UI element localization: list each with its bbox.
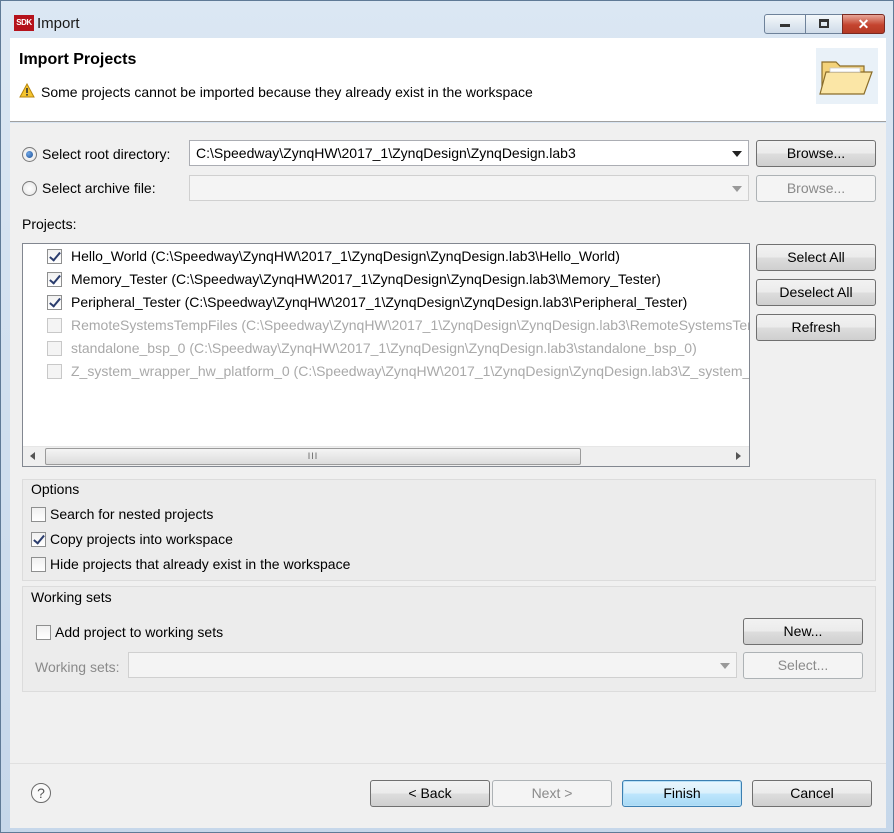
copy-projects-checkbox[interactable] xyxy=(31,532,46,547)
root-directory-combo[interactable]: C:\Speedway\ZynqHW\2017_1\ZynqDesign\Zyn… xyxy=(189,140,749,166)
back-button[interactable]: < Back xyxy=(370,780,490,807)
project-label: standalone_bsp_0 (C:\Speedway\ZynqHW\201… xyxy=(71,340,697,356)
browse-archive-button[interactable]: Browse... xyxy=(756,175,876,202)
select-working-set-button[interactable]: Select... xyxy=(743,652,863,679)
finish-button[interactable]: Finish xyxy=(622,780,742,807)
nested-projects-label: Search for nested projects xyxy=(50,506,214,522)
open-folder-icon xyxy=(816,48,878,104)
archive-file-label: Select archive file: xyxy=(42,180,156,196)
new-working-set-button[interactable]: New... xyxy=(743,618,863,645)
working-sets-combo[interactable] xyxy=(128,652,737,678)
title-bar[interactable]: SDK Import ✕ xyxy=(1,1,893,39)
window-title: Import xyxy=(37,15,80,32)
project-label: RemoteSystemsTempFiles (C:\Speedway\Zynq… xyxy=(71,317,750,333)
chevron-down-icon[interactable] xyxy=(720,663,730,669)
select-all-button[interactable]: Select All xyxy=(756,244,876,271)
projects-label: Projects: xyxy=(22,216,77,232)
chevron-down-icon[interactable] xyxy=(732,186,742,192)
warning-icon xyxy=(19,83,35,98)
scrollbar-thumb[interactable]: III xyxy=(45,448,581,465)
project-label: Hello_World (C:\Speedway\ZynqHW\2017_1\Z… xyxy=(71,248,620,264)
copy-projects-label: Copy projects into workspace xyxy=(50,531,233,547)
project-checkbox xyxy=(47,318,62,333)
maximize-button[interactable] xyxy=(805,14,843,34)
close-icon: ✕ xyxy=(857,16,870,32)
hide-existing-label: Hide projects that already exist in the … xyxy=(50,556,351,572)
project-checkbox xyxy=(47,364,62,379)
root-directory-radio[interactable] xyxy=(22,147,37,162)
browse-directory-button[interactable]: Browse... xyxy=(756,140,876,167)
maximize-icon xyxy=(819,19,829,28)
working-sets-title: Working sets xyxy=(31,589,112,605)
project-label: Z_system_wrapper_hw_platform_0 (C:\Speed… xyxy=(71,363,750,379)
import-dialog: SDK Import ✕ Import Projects Some projec… xyxy=(0,0,894,833)
next-button[interactable]: Next > xyxy=(492,780,612,807)
options-title: Options xyxy=(31,481,80,497)
add-to-working-sets-label: Add project to working sets xyxy=(55,624,224,640)
working-sets-group: Working sets Add project to working sets… xyxy=(22,586,876,692)
header-message: Some projects cannot be imported because… xyxy=(41,84,533,100)
scroll-right-icon[interactable] xyxy=(736,452,741,460)
project-label: Peripheral_Tester (C:\Speedway\ZynqHW\20… xyxy=(71,294,688,310)
chevron-down-icon[interactable] xyxy=(732,151,742,157)
horizontal-scrollbar[interactable]: III xyxy=(23,446,749,466)
hide-existing-checkbox[interactable] xyxy=(31,557,46,572)
close-button[interactable]: ✕ xyxy=(842,14,885,34)
working-sets-label: Working sets: xyxy=(35,659,120,675)
cancel-button[interactable]: Cancel xyxy=(752,780,872,807)
archive-file-combo[interactable] xyxy=(189,175,749,201)
minimize-button[interactable] xyxy=(764,14,806,34)
project-checkbox[interactable] xyxy=(47,295,62,310)
projects-list[interactable]: Hello_World (C:\Speedway\ZynqHW\2017_1\Z… xyxy=(22,243,750,467)
scroll-left-icon[interactable] xyxy=(30,452,35,460)
help-icon[interactable]: ? xyxy=(31,783,51,803)
page-title: Import Projects xyxy=(19,51,137,68)
project-checkbox[interactable] xyxy=(47,272,62,287)
project-label: Memory_Tester (C:\Speedway\ZynqHW\2017_1… xyxy=(71,271,661,287)
project-checkbox[interactable] xyxy=(47,249,62,264)
wizard-header: Import Projects Some projects cannot be … xyxy=(10,38,886,122)
project-checkbox xyxy=(47,341,62,356)
minimize-icon xyxy=(780,24,790,27)
refresh-button[interactable]: Refresh xyxy=(756,314,876,341)
options-group: Options Search for nested projects Copy … xyxy=(22,479,876,581)
footer-divider xyxy=(10,763,886,764)
root-directory-value: C:\Speedway\ZynqHW\2017_1\ZynqDesign\Zyn… xyxy=(196,145,576,161)
deselect-all-button[interactable]: Deselect All xyxy=(756,279,876,306)
archive-file-radio[interactable] xyxy=(22,181,37,196)
nested-projects-checkbox[interactable] xyxy=(31,507,46,522)
sdk-app-icon: SDK xyxy=(14,15,34,31)
root-directory-label: Select root directory: xyxy=(42,146,171,162)
wizard-page: Select root directory: C:\Speedway\ZynqH… xyxy=(10,123,886,828)
add-to-working-sets-checkbox[interactable] xyxy=(36,625,51,640)
